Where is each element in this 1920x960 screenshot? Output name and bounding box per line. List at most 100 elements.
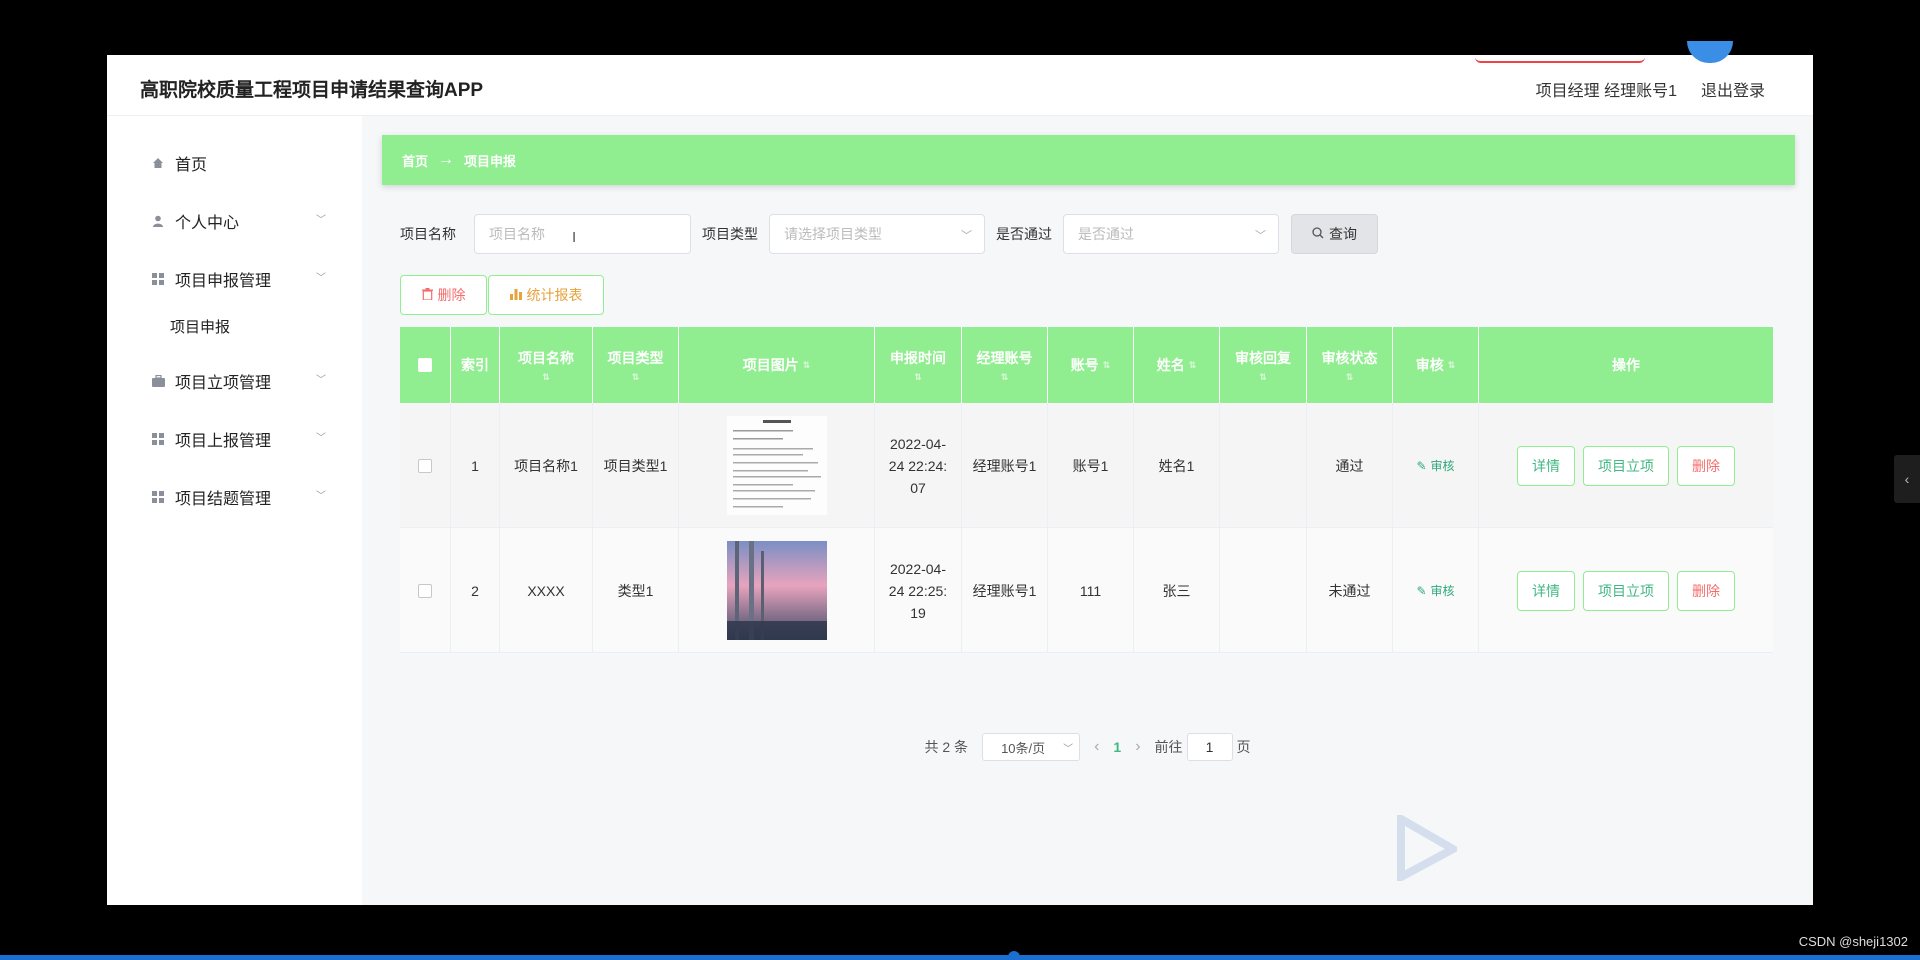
statistics-report-button[interactable]: 统计报表 <box>488 275 604 315</box>
sidebar-item-label: 项目申报管理 <box>175 273 272 290</box>
project-type-select[interactable]: 请选择项目类型 ﹀ <box>769 214 985 254</box>
cell-audit: ✎ 审核 <box>1393 528 1479 653</box>
sidebar-item-home[interactable]: 首页 <box>151 151 326 175</box>
sort-icon: ⇅ <box>1102 359 1111 370</box>
select-all-cell <box>400 327 451 403</box>
col-header-reply[interactable]: 审核回复 ⇅ <box>1220 327 1307 403</box>
detail-button[interactable]: 详情 <box>1517 445 1575 486</box>
sidebar-item-project-declare[interactable]: 项目申报管理 ﹀ <box>151 267 326 291</box>
sort-icon: ⇅ <box>1447 359 1456 370</box>
page-size-select[interactable]: 10条/页 ﹀ <box>982 733 1081 761</box>
audit-link[interactable]: ✎ 审核 <box>1416 455 1454 477</box>
col-header-manager[interactable]: 经理账号 ⇅ <box>962 327 1048 403</box>
sort-icon: ⇅ <box>914 371 922 382</box>
project-approve-button[interactable]: 项目立项 <box>1583 445 1669 486</box>
sidebar-item-project-report[interactable]: 项目上报管理 ﹀ <box>151 427 326 451</box>
breadcrumb-current: 项目申报 <box>464 153 517 169</box>
cell-time: 2022-04- 24 22:24: 07 <box>875 403 962 528</box>
cell-name: XXXX <box>500 528 593 653</box>
select-all-checkbox[interactable] <box>418 358 432 372</box>
table-header: 索引 项目名称 ⇅ 项目类型 ⇅ 项目图片 ⇅ 申报时间 ⇅ 经理账号 ⇅ 账号 ⇅ 姓名 ⇅… <box>400 327 1773 403</box>
video-progress-bar[interactable] <box>0 955 1920 960</box>
project-name-input[interactable]: 项目名称 I <box>474 214 691 254</box>
col-header-actions: 操作 <box>1612 357 1640 373</box>
sidebar-item-label: 项目立项管理 <box>175 375 272 392</box>
cell-index: 2 <box>451 528 500 653</box>
goto-page-input[interactable]: 1 <box>1186 733 1233 761</box>
stats-label: 统计报表 <box>526 287 583 303</box>
breadcrumb-home[interactable]: 首页 <box>402 151 428 170</box>
trash-icon <box>421 287 433 303</box>
col-header-type[interactable]: 项目类型 ⇅ <box>593 327 679 403</box>
briefcase-icon <box>151 374 165 388</box>
cell-audit: ✎ 审核 <box>1393 403 1479 528</box>
query-button[interactable]: 查询 <box>1291 214 1378 254</box>
cell-account: 账号1 <box>1048 403 1134 528</box>
batch-delete-button[interactable]: 删除 <box>400 275 487 315</box>
top-right-area: 项目经理 经理账号1 退出登录 <box>1536 77 1765 101</box>
user-label: 项目经理 经理账号1 <box>1535 83 1677 100</box>
input-placeholder: 项目名称 <box>489 226 545 242</box>
edit-icon: ✎ <box>1416 458 1427 473</box>
cell-manager: 经理账号1 <box>962 528 1048 653</box>
page-number-current[interactable]: 1 <box>1113 739 1121 755</box>
project-table: 索引 项目名称 ⇅ 项目类型 ⇅ 项目图片 ⇅ 申报时间 ⇅ 经理账号 ⇅ 账号 ⇅ 姓名 ⇅… <box>400 327 1773 653</box>
document-thumbnail[interactable] <box>726 416 827 515</box>
page-suffix: 页 <box>1236 739 1251 755</box>
prev-page-icon[interactable]: ‹ <box>1094 738 1099 756</box>
col-header-person[interactable]: 姓名 ⇅ <box>1134 327 1220 403</box>
cell-type: 项目类型1 <box>593 403 679 528</box>
pagination: 共 2 条 10条/页 ﹀ ‹ 1 › 前往 1 页 <box>362 733 1813 761</box>
cell-account: 111 <box>1048 528 1134 653</box>
project-approve-button[interactable]: 项目立项 <box>1583 570 1669 611</box>
delete-button[interactable]: 删除 <box>1677 445 1735 486</box>
delete-button[interactable]: 删除 <box>1677 570 1735 611</box>
chevron-down-icon: ﹀ <box>316 375 326 386</box>
app-title: 高职院校质量工程项目申请结果查询APP <box>140 80 484 101</box>
select-placeholder: 是否通过 <box>1078 226 1134 242</box>
audit-link[interactable]: ✎ 审核 <box>1416 580 1454 602</box>
name-filter-label: 项目名称 <box>400 226 456 242</box>
pass-filter-label: 是否通过 <box>996 226 1052 242</box>
sort-icon: ⇅ <box>1259 371 1267 382</box>
col-header-status[interactable]: 审核状态 ⇅ <box>1307 327 1393 403</box>
cell-person: 姓名1 <box>1134 403 1220 528</box>
cell-index: 1 <box>451 403 500 528</box>
cell-status: 未通过 <box>1307 528 1393 653</box>
cell-status: 通过 <box>1307 403 1393 528</box>
col-header-account[interactable]: 账号 ⇅ <box>1048 327 1134 403</box>
goto-label: 前往 <box>1154 739 1183 755</box>
main-content: 首页 → 项目申报 项目名称 项目名称 I 项目类型 请选择项目类型 ﹀ 是否通… <box>362 116 1813 905</box>
cell-image <box>679 528 875 653</box>
sidebar-item-project-closure[interactable]: 项目结题管理 ﹀ <box>151 485 326 509</box>
collapse-panel-tab[interactable]: ‹ <box>1894 455 1920 503</box>
select-placeholder: 请选择项目类型 <box>784 226 882 242</box>
sidebar-item-label: 项目上报管理 <box>175 433 272 450</box>
sidebar-subitem-project-declare[interactable]: 项目申报 <box>170 316 230 337</box>
logout-link[interactable]: 退出登录 <box>1701 77 1765 101</box>
type-filter-label: 项目类型 <box>702 226 758 242</box>
progress-handle[interactable] <box>1008 951 1020 960</box>
col-header-audit[interactable]: 审核 ⇅ <box>1393 327 1479 403</box>
chevron-down-icon: ﹀ <box>316 433 326 444</box>
next-page-icon[interactable]: › <box>1135 738 1140 756</box>
sidebar-item-profile[interactable]: 个人中心 ﹀ <box>151 209 326 233</box>
top-bar: 高职院校质量工程项目申请结果查询APP 项目经理 经理账号1 退出登录 <box>107 41 1813 116</box>
sort-icon: ⇅ <box>1188 359 1197 370</box>
cell-image <box>679 403 875 528</box>
detail-button[interactable]: 详情 <box>1517 570 1575 611</box>
cell-reply <box>1220 528 1307 653</box>
avatar[interactable] <box>1687 41 1733 63</box>
sort-icon: ⇅ <box>802 359 811 370</box>
bridge-photo-thumbnail[interactable] <box>726 541 827 640</box>
row-checkbox[interactable] <box>418 583 432 598</box>
col-header-time[interactable]: 申报时间 ⇅ <box>875 327 962 403</box>
pass-status-select[interactable]: 是否通过 ﹀ <box>1063 214 1279 254</box>
cell-type: 类型1 <box>593 528 679 653</box>
sidebar-item-project-approval[interactable]: 项目立项管理 ﹀ <box>151 369 326 393</box>
col-header-image[interactable]: 项目图片 ⇅ <box>679 327 875 403</box>
windows-activation-watermark <box>1397 815 1657 885</box>
row-checkbox[interactable] <box>418 458 432 473</box>
col-header-name[interactable]: 项目名称 ⇅ <box>500 327 593 403</box>
cell-time: 2022-04- 24 22:25: 19 <box>875 528 962 653</box>
